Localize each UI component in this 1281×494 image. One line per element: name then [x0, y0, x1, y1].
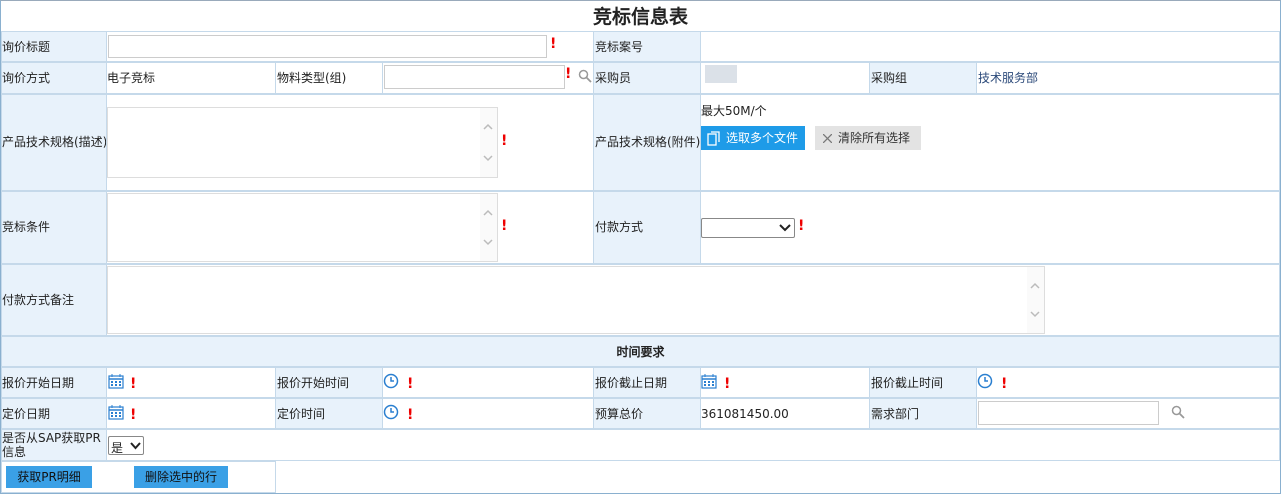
search-icon[interactable]	[578, 69, 592, 83]
chevron-down-icon	[130, 442, 141, 450]
page-title: 竞标信息表	[592, 6, 688, 28]
spec-desc-textarea[interactable]	[107, 107, 498, 178]
textarea-scrollbar[interactable]	[480, 194, 497, 261]
payment-note-label: 付款方式备注	[2, 293, 75, 307]
spec-attach-label: 产品技术规格(附件)	[595, 135, 701, 149]
textarea-scrollbar[interactable]	[1027, 267, 1044, 333]
inquiry-method-value: 电子竞标	[107, 71, 156, 85]
quote-start-time-label: 报价开始时间	[277, 376, 350, 390]
material-type-label: 物料类型(组)	[277, 71, 347, 85]
bid-info-form: 竞标信息表 询价标题 ! 竞标案号 询价方式 电子竞标 物料类型(组) ! 采购…	[0, 0, 1281, 494]
payment-method-label: 付款方式	[595, 220, 644, 234]
required-mark: !	[1001, 376, 1008, 392]
quote-start-date-label: 报价开始日期	[2, 376, 75, 390]
material-type-input[interactable]	[384, 65, 565, 89]
clear-selection-button[interactable]: 清除所有选择	[815, 126, 921, 150]
demand-dept-input[interactable]	[978, 401, 1159, 425]
buyer-label: 采购员	[595, 71, 632, 85]
demand-dept-label: 需求部门	[871, 407, 920, 421]
get-pr-detail-button[interactable]: 获取PR明细	[6, 466, 92, 488]
quote-start-time-cell	[382, 367, 594, 398]
spec-desc-label: 产品技术规格(描述)	[2, 135, 108, 149]
attach-max-note: 最大50M/个	[701, 104, 767, 118]
required-mark: !	[565, 66, 572, 82]
pricing-date-label: 定价日期	[2, 407, 51, 421]
calendar-icon[interactable]	[701, 374, 717, 389]
clock-icon[interactable]	[383, 404, 399, 420]
purchase-group-label: 采购组	[871, 71, 908, 85]
pricing-time-cell	[382, 398, 594, 429]
bid-case-no-value	[700, 31, 1280, 62]
inquiry-title-label: 询价标题	[2, 40, 51, 54]
inquiry-method-label: 询价方式	[2, 71, 51, 85]
search-icon[interactable]	[1171, 405, 1185, 419]
budget-total-value: 361081450.00	[701, 407, 789, 421]
required-mark: !	[407, 407, 414, 423]
sap-pr-select[interactable]: 是	[108, 436, 144, 455]
budget-total-label: 预算总价	[595, 407, 644, 421]
select-files-button[interactable]: 选取多个文件	[701, 126, 805, 150]
required-mark: !	[798, 218, 805, 234]
time-section-label: 时间要求	[616, 345, 665, 359]
bid-case-no-label: 竞标案号	[595, 40, 644, 54]
bid-conditions-textarea[interactable]	[107, 193, 498, 262]
required-mark: !	[501, 133, 508, 149]
bid-conditions-label: 竞标条件	[2, 220, 51, 234]
clear-selection-label: 清除所有选择	[838, 131, 911, 145]
required-mark: !	[407, 376, 414, 392]
required-mark: !	[550, 36, 557, 52]
chevron-down-icon	[779, 224, 791, 232]
quote-end-time-cell	[976, 367, 1280, 398]
sap-pr-cell	[106, 429, 1280, 461]
chevron-down-icon[interactable]	[483, 153, 493, 163]
purchase-group-value: 技术服务部	[978, 71, 1039, 85]
close-icon	[823, 134, 832, 143]
pricing-time-label: 定价时间	[277, 407, 326, 421]
calendar-icon[interactable]	[108, 374, 124, 389]
select-files-label: 选取多个文件	[726, 131, 799, 145]
chevron-up-icon[interactable]	[483, 122, 493, 132]
sap-pr-value: 是	[111, 441, 124, 455]
delete-selected-rows-button[interactable]: 删除选中的行	[134, 466, 228, 488]
clock-icon[interactable]	[383, 373, 399, 389]
chevron-up-icon[interactable]	[483, 208, 493, 218]
buyer-name-redacted	[705, 65, 737, 83]
quote-end-time-label: 报价截止时间	[871, 376, 944, 390]
clock-icon[interactable]	[977, 373, 993, 389]
chevron-down-icon[interactable]	[1030, 309, 1040, 319]
chevron-up-icon[interactable]	[1030, 281, 1040, 291]
quote-end-date-label: 报价截止日期	[595, 376, 668, 390]
required-mark: !	[501, 218, 508, 234]
required-mark: !	[130, 407, 137, 423]
file-icon	[707, 131, 720, 146]
required-mark: !	[724, 376, 731, 392]
payment-method-select[interactable]	[701, 218, 795, 238]
sap-pr-label: 是否从SAP获取PR信息	[2, 431, 101, 459]
payment-note-textarea[interactable]	[107, 266, 1045, 334]
textarea-scrollbar[interactable]	[480, 108, 497, 177]
required-mark: !	[130, 376, 137, 392]
calendar-icon[interactable]	[108, 405, 124, 420]
inquiry-title-input[interactable]	[108, 35, 547, 58]
chevron-down-icon[interactable]	[483, 237, 493, 247]
